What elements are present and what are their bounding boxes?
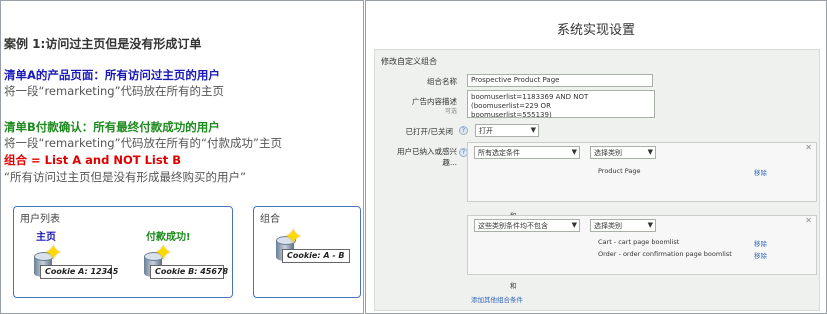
chevron-down-icon: ▼ xyxy=(647,221,653,229)
name-label: 组合名称 xyxy=(427,77,457,86)
group2-item-name-1: Cart - cart page boomlist xyxy=(598,238,680,246)
combo-box: 组合 ✦ Cookie: A - B xyxy=(253,206,361,298)
case-title: 案例 1:访问过主页但是没有形成订单 xyxy=(4,37,202,51)
users-label-line2: 趣... xyxy=(442,158,457,167)
combo-box-title: 组合 xyxy=(260,214,280,225)
form-heading: 修改自定义组合 xyxy=(381,57,437,66)
settings-title: 系统实现设置 xyxy=(556,23,635,38)
group1-item-remove[interactable]: 移除 xyxy=(754,167,767,177)
users-label-line1: 用户已纳入或感兴 xyxy=(397,147,457,156)
users-label: 用户已纳入或感兴 趣... xyxy=(397,146,457,168)
cookie-a: Cookie A: 12345 xyxy=(40,265,118,279)
desc-hint: 可选 xyxy=(444,108,457,115)
chevron-down-icon: ▼ xyxy=(530,126,536,134)
list-b-title: 清单B付款确认：所有最终付款成功的用户 xyxy=(4,120,220,134)
combination-form: 修改自定义组合 组合名称 Prospective Product Page 广告… xyxy=(374,49,820,311)
desc-line-2: boomuserlist=555139) xyxy=(471,111,552,119)
user-list-box: 用户列表 主页 付款成功! ✦ Cookie A: 12345 ✦ Cookie… xyxy=(13,206,233,298)
status-value: 打开 xyxy=(479,127,493,135)
and-text-2: 和 xyxy=(510,282,517,290)
group1-category-label: 选择类别 xyxy=(594,149,622,157)
close-icon[interactable]: ✕ xyxy=(805,143,812,152)
group2-item-remove-1[interactable]: 移除 xyxy=(754,238,767,248)
user-list-box-title: 用户列表 xyxy=(20,214,60,225)
combo-desc: “所有访问过主页但是没有形成最终购买的用户” xyxy=(4,170,246,184)
left-panel: 案例 1:访问过主页但是没有形成订单 清单A的产品页面：所有访问过主页的用户 将… xyxy=(0,0,364,314)
condition-group-2: ✕ 这些类别条件均不包含 ▼ 选择类别 ▼ Cart - cart page b… xyxy=(467,215,817,275)
group2-condition-select[interactable]: 这些类别条件均不包含 ▼ xyxy=(474,219,580,232)
star-icon-a: ✦ xyxy=(44,241,63,266)
desc-line-1: boomuserlist=1183369 AND NOT (boomuserli… xyxy=(471,93,589,110)
star-icon-b: ✦ xyxy=(154,241,173,266)
list-b-desc: 将一段“remarketing”代码放在所有的“付款成功”主页 xyxy=(4,136,282,150)
status-select[interactable]: 打开 ▼ xyxy=(475,124,539,137)
group1-category-select[interactable]: 选择类别 ▼ xyxy=(590,146,656,159)
group2-category-select[interactable]: 选择类别 ▼ xyxy=(590,219,656,232)
star-icon-combo: ✦ xyxy=(284,225,303,250)
chevron-down-icon: ▼ xyxy=(571,221,577,229)
close-icon[interactable]: ✕ xyxy=(805,216,812,225)
condition-group-1: ✕ 所有选定条件 ▼ 选择类别 ▼ Product Page 移除 xyxy=(467,142,817,202)
group2-condition-value: 这些类别条件均不包含 xyxy=(478,222,548,230)
cookie-b: Cookie B: 45678 xyxy=(150,265,228,279)
group1-condition-select[interactable]: 所有选定条件 ▼ xyxy=(474,146,580,159)
group2-item-name-2: Order - order confirmation page boomlist xyxy=(598,250,732,258)
status-label: 已打开/已关闭 xyxy=(405,127,453,136)
combo-title: 组合 = List A and NOT List B xyxy=(4,153,181,167)
group2-category-label: 选择类别 xyxy=(594,222,622,230)
chevron-down-icon: ▼ xyxy=(571,148,577,156)
name-input[interactable]: Prospective Product Page xyxy=(467,74,653,87)
help-icon-status[interactable]: ? xyxy=(459,126,468,135)
list-a-title: 清单A的产品页面：所有访问过主页的用户 xyxy=(4,68,220,82)
list-a-desc: 将一段“remarketing”代码放在所有的主页 xyxy=(4,84,225,98)
right-panel: 系统实现设置 修改自定义组合 组合名称 Prospective Product … xyxy=(365,0,827,314)
desc-textarea[interactable]: boomuserlist=1183369 AND NOT (boomuserli… xyxy=(467,90,655,119)
chevron-down-icon: ▼ xyxy=(647,148,653,156)
group1-condition-value: 所有选定条件 xyxy=(478,149,520,157)
group1-item-name: Product Page xyxy=(598,167,641,175)
group2-item-remove-2[interactable]: 移除 xyxy=(754,250,767,260)
combo-cookie: Cookie: A - B xyxy=(282,249,350,263)
add-condition-link[interactable]: 添加其他组合条件 xyxy=(471,294,523,304)
